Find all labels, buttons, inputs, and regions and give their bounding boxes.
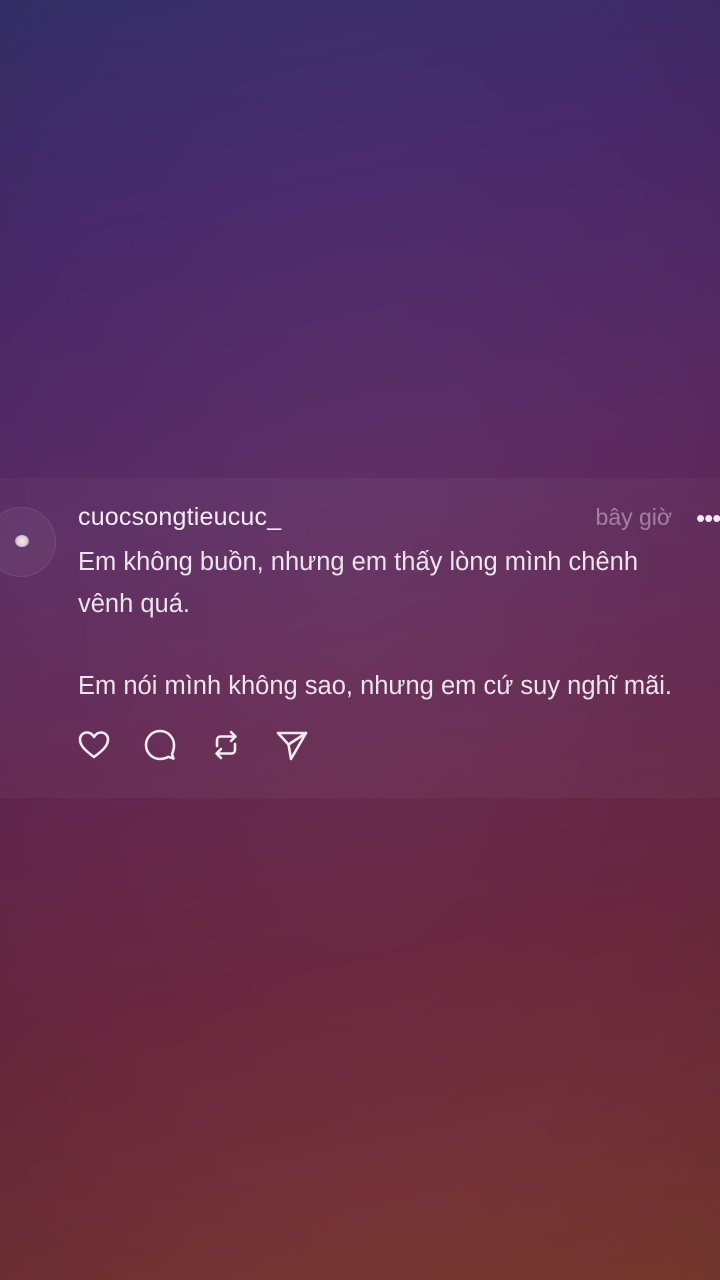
post-actions [76,725,340,765]
post-text-line: vênh quá. [78,589,191,618]
more-options-button[interactable]: ••• [696,503,720,534]
comment-icon [144,729,176,761]
share-button[interactable] [274,727,310,763]
repost-button[interactable] [208,727,244,763]
post-text-line: Em nói mình không sao, nhưng em cứ suy n… [78,672,673,700]
repost-icon [215,730,237,760]
post-body: Em không buồn, nhưng em thấy lòng mình c… [78,542,720,708]
reply-button[interactable] [142,727,178,763]
send-icon [276,731,308,761]
avatar-image [15,535,29,547]
post-username[interactable]: cuocsongtieucuc_ [78,503,281,532]
post-text-line: Em không buồn, nhưng em thấy lòng mình c… [78,548,639,576]
heart-icon [78,731,110,759]
like-button[interactable] [76,727,112,763]
post-timestamp: bây giờ [595,504,672,530]
